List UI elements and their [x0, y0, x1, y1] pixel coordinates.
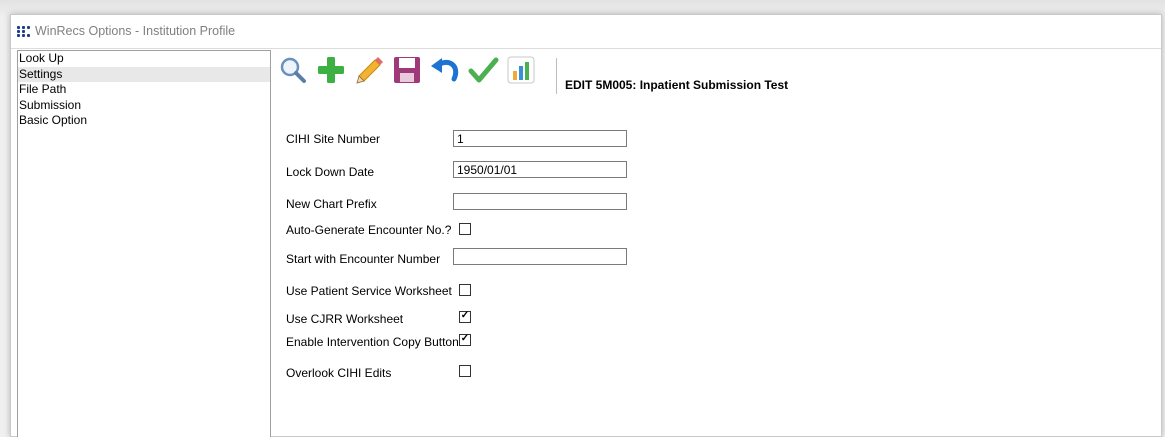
- use-cjrr-worksheet-checkbox[interactable]: ✓: [459, 310, 471, 323]
- checkmark-icon: ✓: [460, 310, 470, 321]
- cihi-site-number-input[interactable]: [453, 130, 627, 147]
- toolbar-separator: [556, 58, 557, 94]
- overlook-cihi-edits-checkbox[interactable]: [459, 365, 471, 377]
- auto-generate-encounter-label: Auto-Generate Encounter No.?: [286, 223, 452, 237]
- lock-down-date-input[interactable]: [453, 161, 627, 178]
- chart-icon[interactable]: [505, 54, 537, 86]
- sidebar-item-basic-option[interactable]: Basic Option: [18, 113, 270, 129]
- checkmark-icon: ✓: [460, 333, 470, 344]
- search-icon[interactable]: [277, 54, 309, 86]
- new-chart-prefix-input[interactable]: [453, 193, 627, 210]
- save-disk-icon[interactable]: [391, 54, 423, 86]
- lock-down-date-label: Lock Down Date: [286, 165, 375, 179]
- add-icon[interactable]: [315, 54, 347, 86]
- use-patient-service-worksheet-checkbox[interactable]: [459, 284, 471, 296]
- undo-icon[interactable]: [429, 54, 461, 86]
- edit-pencil-icon[interactable]: [353, 54, 385, 86]
- new-chart-prefix-label: New Chart Prefix: [286, 197, 377, 211]
- settings-panel: EDIT 5M005: Inpatient Submission Test CI…: [271, 50, 1161, 436]
- auto-generate-encounter-checkbox[interactable]: [459, 223, 471, 235]
- sidebar-item-file-path[interactable]: File Path: [18, 82, 270, 98]
- use-cjrr-worksheet-label: Use CJRR Worksheet: [286, 312, 404, 326]
- use-patient-service-worksheet-label: Use Patient Service Worksheet: [286, 284, 452, 298]
- options-window: WinRecs Options - Institution Profile Lo…: [10, 14, 1162, 437]
- cihi-site-number-label: CIHI Site Number: [286, 132, 381, 146]
- app-icon: [17, 26, 30, 37]
- start-encounter-number-label: Start with Encounter Number: [286, 252, 441, 266]
- overlook-cihi-edits-label: Overlook CIHI Edits: [286, 366, 392, 380]
- check-icon[interactable]: [467, 54, 499, 86]
- edit-record-title: EDIT 5M005: Inpatient Submission Test: [565, 78, 789, 92]
- enable-intervention-copy-checkbox[interactable]: ✓: [459, 333, 471, 346]
- options-nav-list[interactable]: Look Up Settings File Path Submission Ba…: [17, 50, 271, 437]
- sidebar-item-submission[interactable]: Submission: [18, 98, 270, 114]
- enable-intervention-copy-label: Enable Intervention Copy Button: [286, 335, 459, 349]
- title-bar: WinRecs Options - Institution Profile: [11, 15, 1161, 49]
- window-title: WinRecs Options - Institution Profile: [35, 24, 236, 38]
- sidebar-item-settings[interactable]: Settings: [18, 66, 270, 82]
- sidebar-item-look-up[interactable]: Look Up: [18, 51, 270, 67]
- start-encounter-number-input[interactable]: [453, 248, 627, 265]
